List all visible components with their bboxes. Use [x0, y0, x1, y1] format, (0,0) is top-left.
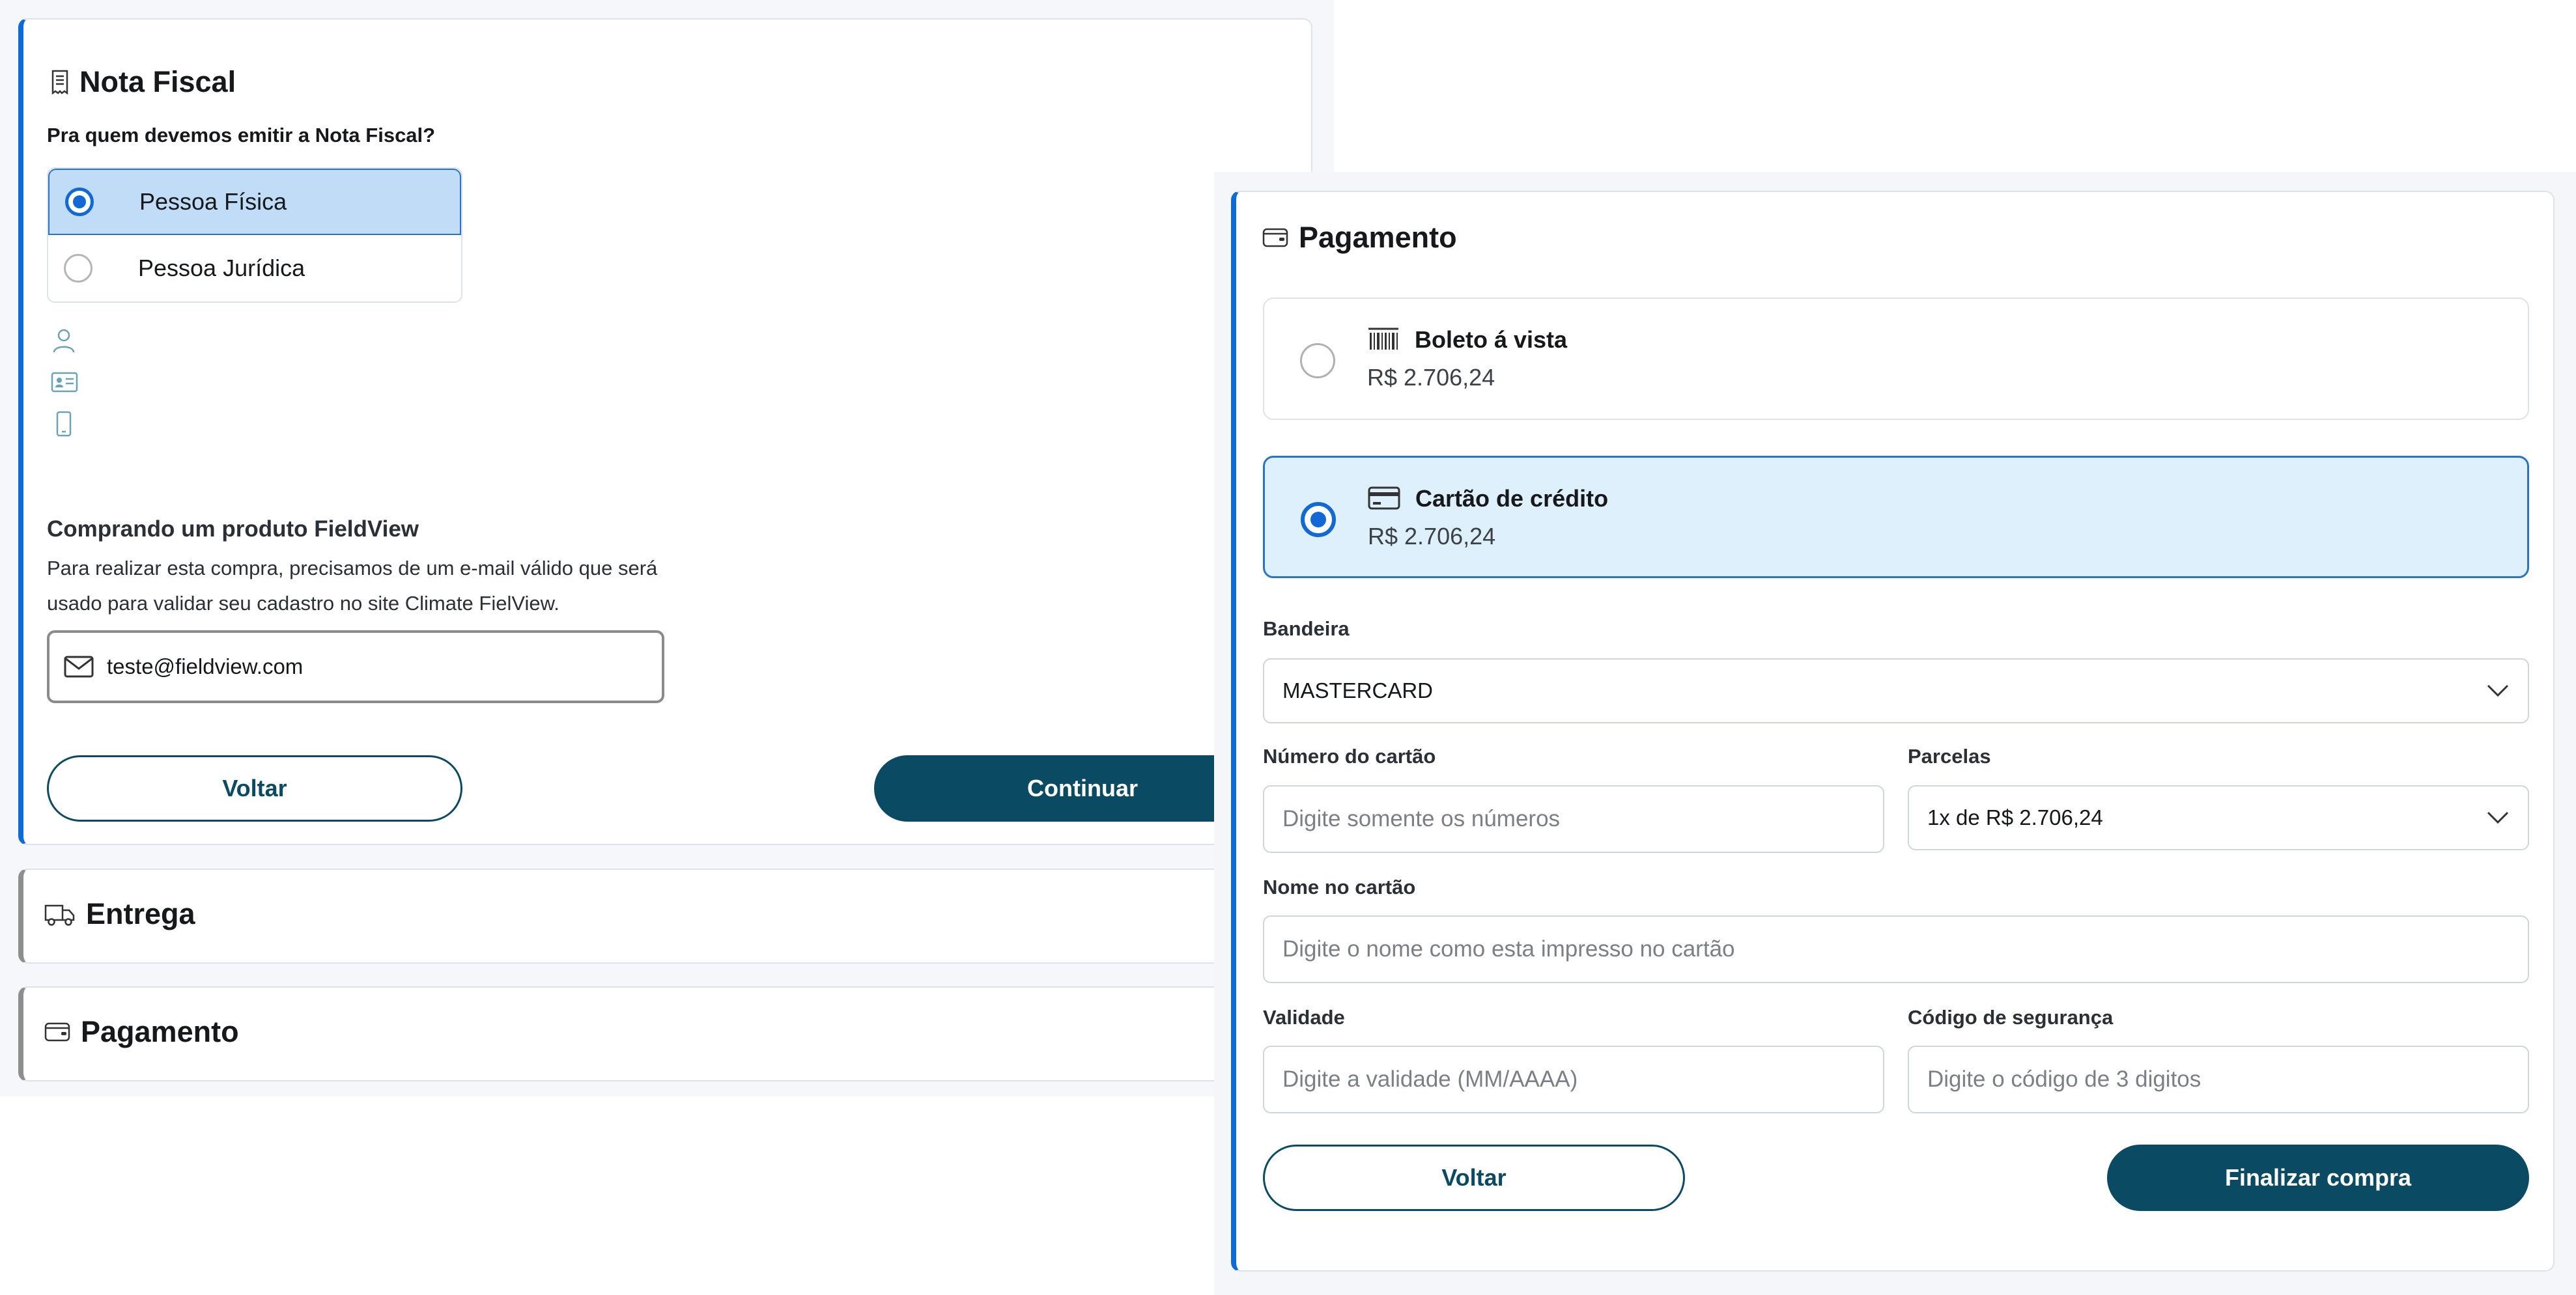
email-value: teste@fieldview.com [107, 654, 304, 678]
radio-button-checked[interactable] [1301, 502, 1336, 537]
parcelas-select[interactable]: 1x de R$ 2.706,24 [1908, 785, 2529, 850]
payment-option-boleto[interactable]: Boleto á vista R$ 2.706,24 [1263, 298, 2529, 420]
codigo-seguranca-label: Código de segurança [1908, 1006, 2114, 1029]
truck-icon [44, 904, 75, 926]
nota-fiscal-title: Nota Fiscal [79, 65, 236, 98]
cartao-label: Cartão de crédito [1415, 485, 1609, 512]
id-card-icon [51, 372, 78, 393]
validade-input[interactable]: Digite a validade (MM/AAAA) [1263, 1046, 1884, 1113]
nota-fiscal-header: Nota Fiscal [51, 65, 236, 99]
numero-cartao-input[interactable]: Digite somente os números [1263, 785, 1884, 853]
bandeira-label: Bandeira [1263, 617, 1350, 640]
chevron-down-icon [2487, 811, 2509, 824]
entrega-card[interactable]: Entrega [18, 869, 1312, 964]
person-icon [53, 329, 75, 353]
entrega-header: Entrega [44, 897, 195, 931]
codigo-seguranca-input[interactable]: Digite o código de 3 digitos [1908, 1046, 2529, 1113]
wallet-icon [44, 1022, 70, 1042]
finalizar-compra-button[interactable]: Finalizar compra [2107, 1145, 2529, 1211]
numero-cartao-label: Número do cartão [1263, 745, 1436, 768]
radio-pessoa-fisica[interactable]: Pessoa Física [48, 169, 461, 235]
nome-cartao-label: Nome no cartão [1263, 876, 1416, 898]
payment-option-cartao[interactable]: Cartão de crédito R$ 2.706,24 [1263, 456, 2529, 578]
fieldview-title: Comprando um produto FieldView [47, 516, 419, 542]
customer-fields-icons [51, 327, 78, 437]
entrega-title: Entrega [86, 897, 195, 930]
radio-button-checked[interactable] [65, 188, 94, 216]
radio-button-unchecked[interactable] [64, 254, 92, 283]
pagamento-title: Pagamento [1299, 221, 1457, 254]
chevron-down-icon [2487, 684, 2509, 697]
barcode-icon [1368, 327, 1398, 350]
parcelas-label: Parcelas [1908, 745, 1991, 768]
radio-button-unchecked[interactable] [1300, 343, 1335, 378]
parcelas-value: 1x de R$ 2.706,24 [1927, 805, 2103, 829]
pagamento-collapsed-card[interactable]: Pagamento [18, 986, 1312, 1081]
nome-cartao-input[interactable]: Digite o nome como esta impresso no cart… [1263, 915, 2529, 983]
pagamento-collapsed-header: Pagamento [44, 1015, 239, 1049]
back-button[interactable]: Voltar [47, 755, 462, 822]
bandeira-value: MASTERCARD [1282, 678, 1434, 703]
bandeira-select[interactable]: MASTERCARD [1263, 658, 2529, 723]
receipt-icon [51, 70, 68, 94]
radio-pessoa-juridica[interactable]: Pessoa Jurídica [48, 235, 461, 301]
phone-icon [56, 411, 72, 437]
radio-label-pessoa-juridica: Pessoa Jurídica [138, 255, 305, 281]
validade-label: Validade [1263, 1006, 1345, 1029]
back-button[interactable]: Voltar [1263, 1145, 1685, 1211]
nota-fiscal-question: Pra quem devemos emitir a Nota Fiscal? [47, 124, 436, 146]
credit-card-icon [1368, 486, 1400, 510]
pagamento-header: Pagamento [1262, 221, 1457, 255]
envelope-icon [64, 656, 94, 678]
nota-fiscal-radio-group: Pessoa Física Pessoa Jurídica [47, 167, 462, 303]
pagamento-collapsed-title: Pagamento [81, 1015, 239, 1048]
boleto-price: R$ 2.706,24 [1367, 364, 1495, 391]
boleto-label: Boleto á vista [1415, 326, 1568, 353]
wallet-icon [1262, 228, 1288, 247]
fieldview-description: Para realizar esta compra, precisamos de… [47, 557, 658, 615]
radio-label-pessoa-fisica: Pessoa Física [139, 188, 287, 215]
cartao-price: R$ 2.706,24 [1368, 523, 1496, 550]
email-field[interactable]: teste@fieldview.com [47, 630, 664, 703]
